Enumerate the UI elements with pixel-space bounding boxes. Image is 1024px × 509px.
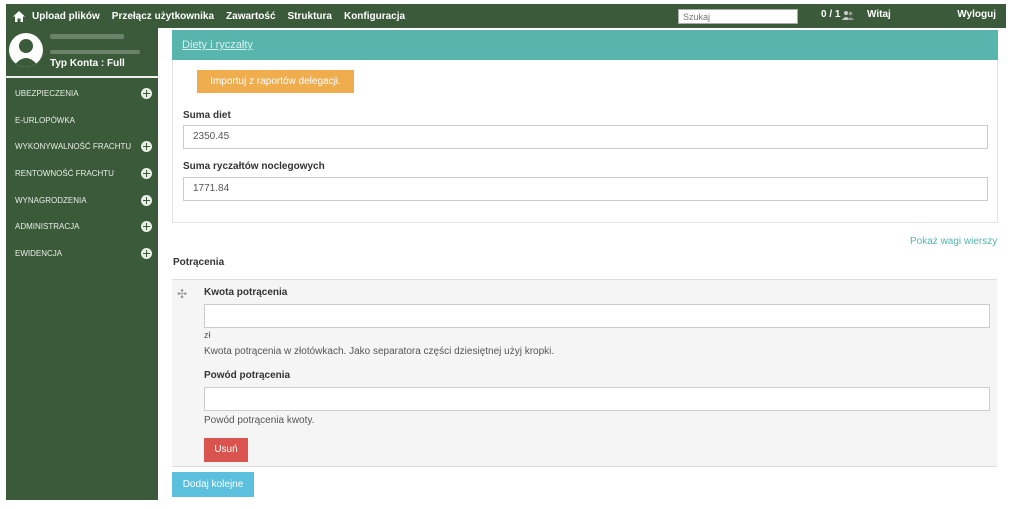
suma-ryczaltow-label: Suma ryczałtów noclegowych <box>183 161 325 172</box>
import-from-reports-button[interactable]: Importuj z raportów delegacji. <box>197 70 354 93</box>
nav-struktura[interactable]: Struktura <box>288 11 332 22</box>
user-counter[interactable]: 0 / 1 <box>821 9 855 20</box>
expand-plus-icon[interactable] <box>141 194 152 206</box>
redacted-user-name <box>50 34 124 39</box>
sidebar-menu: UBEZPIECZENIA E-URLOPÓWKA WYKONYWALNOŚĆ … <box>6 80 158 267</box>
powod-label: Powód potrącenia <box>204 370 291 381</box>
profile-divider <box>6 76 158 78</box>
potracenie-row: ✣ Kwota potrącenia zł Kwota potrącenia w… <box>172 279 997 467</box>
greeting-text: Witaj <box>867 9 891 20</box>
account-type: Typ Konta : Full <box>50 58 125 69</box>
diety-section: Diety i ryczałty Importuj z raportów del… <box>172 30 998 223</box>
sidebar-item-rentownosc-frachtu[interactable]: RENTOWNOŚĆ FRACHTU <box>6 160 158 187</box>
search-input[interactable] <box>678 9 798 24</box>
drag-handle-icon[interactable]: ✣ <box>177 287 187 301</box>
nav-przelacz-uzytkownika[interactable]: Przełącz użytkownika <box>112 11 214 22</box>
expand-plus-icon[interactable] <box>141 247 152 259</box>
sidebar-item-wykonywalnosc-frachtu[interactable]: WYKONYWALNOŚĆ FRACHTU <box>6 133 158 160</box>
user-profile: Typ Konta : Full <box>6 28 158 78</box>
diety-panel: Importuj z raportów delegacji. Suma diet… <box>172 60 998 223</box>
nav-upload-plikow[interactable]: Upload plików <box>32 11 100 22</box>
delete-button[interactable]: Usuń <box>204 438 248 462</box>
sidebar-item-label: ADMINISTRACJA <box>15 222 80 232</box>
sidebar-item-label: RENTOWNOŚĆ FRACHTU <box>15 168 114 178</box>
add-another-button[interactable]: Dodaj kolejne <box>172 472 254 497</box>
home-icon[interactable] <box>6 4 32 28</box>
logout-link[interactable]: Wyloguj <box>957 9 996 20</box>
expand-plus-icon[interactable] <box>141 87 152 99</box>
suma-diet-field[interactable]: 2350.45 <box>183 125 988 149</box>
sidebar-item-ewidencja[interactable]: EWIDENCJA <box>6 240 158 267</box>
sidebar-item-label: UBEZPIECZENIA <box>15 88 79 98</box>
kwota-label: Kwota potrącenia <box>204 287 288 298</box>
redacted-user-detail <box>50 50 140 54</box>
diety-title[interactable]: Diety i ryczałty <box>182 39 253 51</box>
show-row-weights-link[interactable]: Pokaż wagi wierszy <box>910 236 997 247</box>
kwota-help-text: Kwota potrącenia w złotówkach. Jako sepa… <box>204 346 555 357</box>
currency-suffix: zł <box>204 330 211 340</box>
counter-text: 0 / 1 <box>821 9 841 20</box>
sidebar-item-administracja[interactable]: ADMINISTRACJA <box>6 213 158 240</box>
sidebar-item-label: WYKONYWALNOŚĆ FRACHTU <box>15 142 132 152</box>
top-nav-menu: Upload plików Przełącz użytkownika Zawar… <box>32 11 417 22</box>
expand-plus-icon[interactable] <box>141 141 152 153</box>
top-navbar: Upload plików Przełącz użytkownika Zawar… <box>6 4 1006 28</box>
sidebar-item-e-urlopowka[interactable]: E-URLOPÓWKA <box>6 107 158 134</box>
suma-diet-label: Suma diet <box>183 110 231 121</box>
kwota-input[interactable] <box>204 304 990 328</box>
sidebar-item-label: EWIDENCJA <box>15 248 63 258</box>
diety-header[interactable]: Diety i ryczałty <box>172 30 998 60</box>
sidebar-item-wynagrodzenia[interactable]: WYNAGRODZENIA <box>6 187 158 214</box>
potracenia-title: Potrącenia <box>173 257 225 268</box>
avatar <box>9 33 43 67</box>
powod-input[interactable] <box>204 387 990 411</box>
expand-plus-icon[interactable] <box>141 221 152 233</box>
suma-ryczaltow-field[interactable]: 1771.84 <box>183 177 988 201</box>
expand-plus-icon[interactable] <box>141 167 152 179</box>
sidebar-item-label: WYNAGRODZENIA <box>15 195 87 205</box>
sidebar-item-label: E-URLOPÓWKA <box>15 115 76 125</box>
sidebar-item-ubezpieczenia[interactable]: UBEZPIECZENIA <box>6 80 158 107</box>
sidebar: Typ Konta : Full UBEZPIECZENIA E-URLOPÓW… <box>6 28 158 500</box>
powod-help-text: Powód potrącenia kwoty. <box>204 415 315 426</box>
nav-zawartosc[interactable]: Zawartość <box>226 11 275 22</box>
users-icon <box>842 10 855 20</box>
nav-konfiguracja[interactable]: Konfiguracja <box>344 11 405 22</box>
